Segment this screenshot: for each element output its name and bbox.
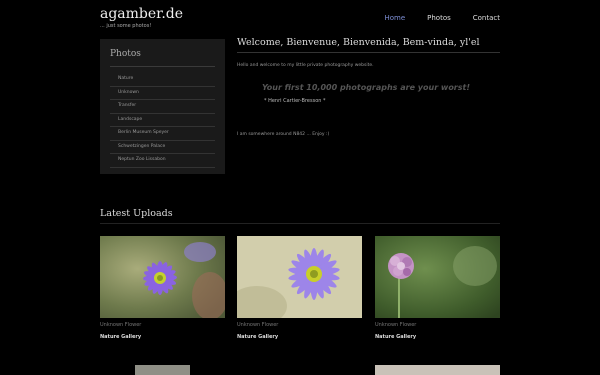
gallery-link[interactable]: Nature Gallery <box>100 334 225 340</box>
main-nav: Home Photos Contact <box>384 14 500 22</box>
location-text: I am somewhere around N842 ... Enjoy :) <box>237 132 330 137</box>
site-title[interactable]: agamber.de <box>100 6 183 22</box>
welcome-section: Welcome, Bienvenue, Bienvenida, Bem-vind… <box>237 37 500 137</box>
photo-caption: Unknown Flower <box>237 322 279 328</box>
sidebar-item-museum[interactable]: Berlin Museum Speyer <box>110 127 215 141</box>
blue-daisy-photo[interactable] <box>237 236 362 318</box>
upload-card[interactable]: Unknown Flower Nature Gallery <box>375 236 500 340</box>
sidebar-item-zoo[interactable]: Neptun Zoo Lissabon <box>110 154 215 168</box>
pink-scabiosa-photo[interactable] <box>375 236 500 318</box>
upload-thumb-partial[interactable] <box>375 365 500 375</box>
welcome-heading: Welcome, Bienvenue, Bienvenida, Bem-vind… <box>237 37 500 53</box>
sidebar-title: Photos <box>110 49 215 67</box>
nav-contact[interactable]: Contact <box>473 14 500 22</box>
intro-text: Hello and welcome to my little private p… <box>237 63 374 68</box>
gallery-link[interactable]: Nature Gallery <box>237 334 362 340</box>
sidebar-item-landscape[interactable]: Landscape <box>110 114 215 127</box>
quote-author: * Henri Cartier-Bresson * <box>264 98 326 104</box>
photo-caption: Unknown Flower <box>375 322 417 328</box>
site-tagline: ... just some photos! <box>100 23 152 29</box>
quote-text: Your first 10,000 photographs are your w… <box>262 83 470 92</box>
upload-thumb-partial[interactable] <box>135 365 190 375</box>
sidebar-item-unknown[interactable]: Unknown <box>110 87 215 100</box>
photo-caption: Unknown Flower <box>100 322 142 328</box>
nav-photos[interactable]: Photos <box>427 14 451 22</box>
upload-card[interactable]: Unknown Flower Nature Gallery <box>100 236 225 340</box>
photos-sidebar: Photos Nature Unknown Transfer Landscape… <box>100 39 225 174</box>
blue-daisy-photo[interactable] <box>100 236 225 318</box>
sidebar-item-palace[interactable]: Schwetzingen Palace <box>110 141 215 154</box>
site-logo[interactable]: agamber.de ... just some photos! <box>100 6 183 29</box>
gallery-link[interactable]: Nature Gallery <box>375 334 500 340</box>
sidebar-list: Nature Unknown Transfer Landscape Berlin… <box>110 73 215 168</box>
sidebar-item-nature[interactable]: Nature <box>110 73 215 87</box>
upload-card[interactable]: Unknown Flower Nature Gallery <box>237 236 362 340</box>
nav-home[interactable]: Home <box>384 14 405 22</box>
sidebar-item-transfer[interactable]: Transfer <box>110 100 215 114</box>
latest-uploads-title: Latest Uploads <box>100 208 500 224</box>
